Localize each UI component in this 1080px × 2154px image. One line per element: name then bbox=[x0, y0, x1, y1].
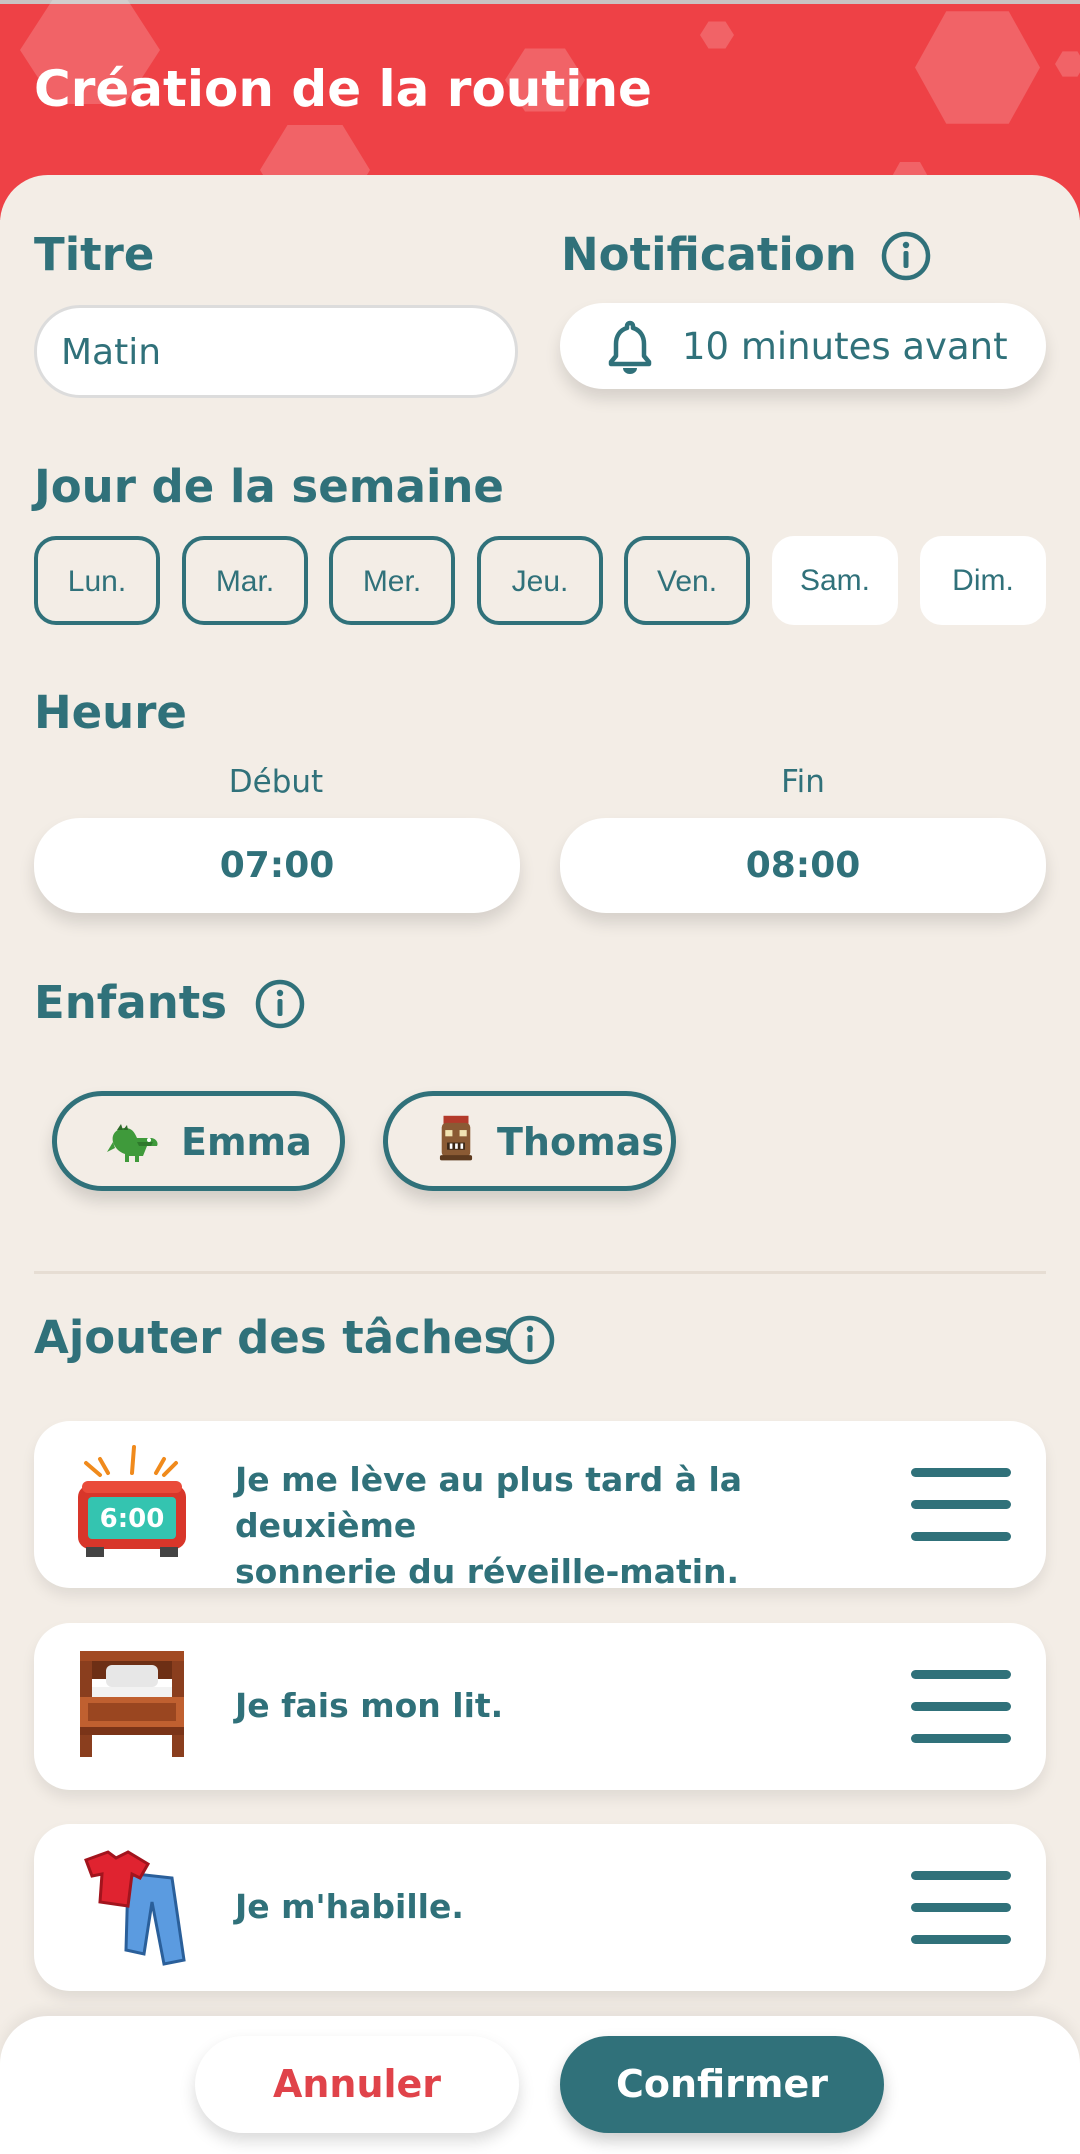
section-divider bbox=[34, 1271, 1046, 1274]
task-text: Je me lève au plus tard à la deuxième so… bbox=[235, 1457, 875, 1595]
weekday-label: Jour de la semaine bbox=[34, 460, 504, 513]
bed-icon bbox=[80, 1651, 184, 1757]
day-toggle-jeu[interactable]: Jeu. bbox=[477, 536, 603, 625]
day-toggle-dim[interactable]: Dim. bbox=[920, 536, 1046, 625]
clothes-icon bbox=[84, 1850, 186, 1966]
bottom-action-bar: Annuler Confirmer bbox=[0, 2016, 1080, 2154]
child-chip-thomas[interactable]: Thomas bbox=[383, 1091, 676, 1191]
end-time-label: Fin bbox=[781, 764, 825, 800]
task-text: Je m'habille. bbox=[235, 1884, 875, 1930]
child-chip-emma[interactable]: Emma bbox=[52, 1091, 345, 1191]
notification-label: Notification bbox=[561, 228, 857, 281]
task-text-line: Je m'habille. bbox=[235, 1887, 464, 1926]
cancel-button[interactable]: Annuler bbox=[195, 2036, 519, 2133]
notification-value: 10 minutes avant bbox=[682, 325, 1008, 368]
day-toggle-lun[interactable]: Lun. bbox=[34, 536, 160, 625]
decor-hexagon bbox=[915, 11, 1040, 124]
dinosaur-avatar-icon bbox=[107, 1124, 158, 1162]
time-label: Heure bbox=[34, 686, 187, 739]
info-icon[interactable] bbox=[880, 230, 932, 282]
child-name: Emma bbox=[181, 1120, 312, 1164]
start-time-label: Début bbox=[228, 764, 324, 800]
title-input[interactable]: Matin bbox=[34, 305, 518, 398]
confirm-button[interactable]: Confirmer bbox=[560, 2036, 884, 2133]
task-card[interactable]: Je fais mon lit. bbox=[34, 1623, 1046, 1790]
info-icon[interactable] bbox=[504, 1314, 556, 1366]
task-text-line: Je me lève au plus tard à la deuxième bbox=[235, 1460, 743, 1545]
task-card[interactable]: Je m'habille. bbox=[34, 1824, 1046, 1991]
notification-selector[interactable]: 10 minutes avant bbox=[560, 303, 1046, 389]
tasks-label: Ajouter des tâches bbox=[34, 1311, 511, 1364]
day-toggle-mer[interactable]: Mer. bbox=[329, 536, 455, 625]
title-label: Titre bbox=[34, 228, 155, 281]
drag-handle-icon[interactable] bbox=[911, 1670, 1011, 1744]
end-time-button[interactable]: 08:00 bbox=[560, 818, 1046, 913]
tiki-mask-avatar-icon bbox=[439, 1115, 473, 1161]
children-label: Enfants bbox=[34, 976, 228, 1029]
day-toggle-mar[interactable]: Mar. bbox=[182, 536, 308, 625]
decor-hexagon bbox=[700, 21, 734, 49]
decor-hexagon bbox=[1055, 51, 1080, 77]
alarm-clock-icon: 6:00 bbox=[78, 1445, 186, 1557]
title-input-value: Matin bbox=[61, 332, 162, 373]
drag-handle-icon[interactable] bbox=[911, 1871, 1011, 1945]
info-icon[interactable] bbox=[254, 978, 306, 1030]
task-text: Je fais mon lit. bbox=[235, 1683, 875, 1729]
day-toggle-sam[interactable]: Sam. bbox=[772, 536, 898, 625]
task-card[interactable]: 6:00 Je me lève au plus tard à la deuxiè… bbox=[34, 1421, 1046, 1591]
drag-handle-icon[interactable] bbox=[911, 1468, 1011, 1542]
clock-display: 6:00 bbox=[100, 1504, 165, 1534]
task-text-line: sonnerie du réveille-matin. bbox=[235, 1552, 740, 1591]
bell-icon bbox=[608, 320, 652, 374]
day-toggle-ven[interactable]: Ven. bbox=[624, 536, 750, 625]
task-text-line: Je fais mon lit. bbox=[235, 1686, 504, 1725]
page-title: Création de la routine bbox=[34, 60, 652, 118]
header-top-line bbox=[0, 0, 1080, 4]
child-name: Thomas bbox=[497, 1120, 664, 1164]
start-time-button[interactable]: 07:00 bbox=[34, 818, 520, 913]
